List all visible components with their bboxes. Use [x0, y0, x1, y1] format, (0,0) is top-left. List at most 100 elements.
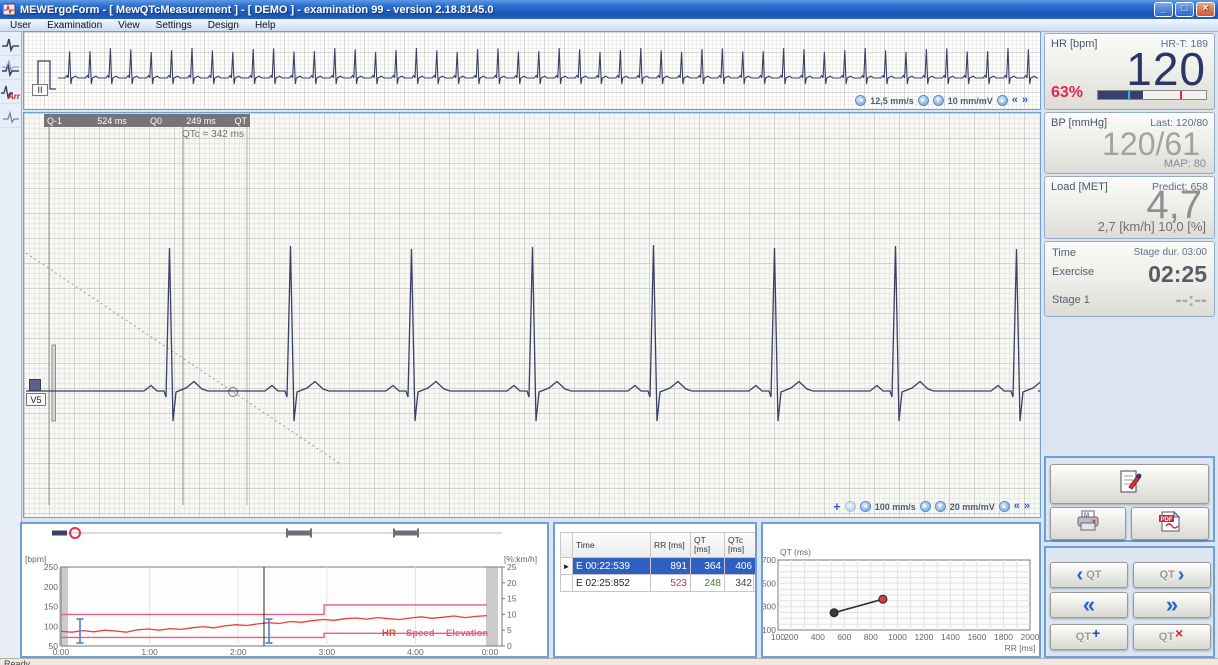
svg-text:800: 800: [864, 632, 878, 642]
stage-duration: Stage dur. 03:00: [1134, 247, 1207, 258]
svg-text:300: 300: [763, 602, 776, 612]
add-marker-icon[interactable]: +: [833, 500, 841, 513]
qt-table-row[interactable]: ►E 00:22:539891364406: [560, 558, 754, 575]
bp-value: 120/61: [1102, 128, 1200, 160]
speed-increase-button[interactable]: ►: [918, 95, 929, 106]
speed-decrease-button[interactable]: ◄: [860, 501, 871, 512]
minimize-button[interactable]: _: [1154, 2, 1173, 17]
qt-nav-panel: ‹QT QT› « » QT+ QT×: [1044, 546, 1215, 658]
stage-time: --:--: [1175, 290, 1207, 312]
window-title: MEWErgoForm - [ MewQTcMeasurement ] - [ …: [20, 4, 494, 16]
pan-tool-icon[interactable]: ▼: [845, 501, 856, 512]
bp-map: MAP: 80: [1164, 158, 1206, 170]
qt-text: QT: [1086, 569, 1101, 581]
svg-text:QT (ms): QT (ms): [780, 547, 811, 557]
main-gain-label: 20 mm/mV: [950, 502, 995, 512]
hr-progress-bar: [1097, 90, 1207, 100]
svg-text:200: 200: [44, 582, 58, 592]
svg-text:0:00: 0:00: [482, 647, 499, 656]
qtc-value-label: QTc = 342 ms: [182, 129, 244, 140]
svg-text:Speed: Speed: [406, 628, 435, 639]
menu-item-user[interactable]: User: [2, 20, 39, 31]
trend-panel: 250200150100502520151050[bpm][%;km/h]0:0…: [20, 522, 549, 658]
svg-text:[%;km/h]: [%;km/h]: [504, 554, 537, 564]
beat-template-icon[interactable]: [0, 32, 21, 56]
trend-chart[interactable]: 250200150100502520151050[bpm][%;km/h]0:0…: [22, 524, 547, 656]
edit-report-button[interactable]: [1050, 464, 1209, 504]
page-left-icon[interactable]: «: [1014, 501, 1020, 512]
qt-rr-panel: 1003005007001002004006008001000120014001…: [761, 522, 1041, 658]
svg-text:700: 700: [763, 555, 776, 565]
gain-decrease-button[interactable]: ▼: [933, 95, 944, 106]
next-qt-button[interactable]: QT›: [1133, 562, 1211, 588]
title-bar: MEWErgoForm - [ MewQTcMeasurement ] - [ …: [0, 0, 1218, 19]
scroll-right-icon[interactable]: »: [1022, 95, 1028, 106]
prev-qt-button[interactable]: ‹QT: [1050, 562, 1128, 588]
rhythm-speed-label: 12,5 mm/s: [870, 96, 914, 106]
q1-label: Q-1: [44, 116, 74, 126]
rhythm-gain-label: 10 mm/mV: [948, 96, 993, 106]
page-right-icon[interactable]: »: [1024, 501, 1030, 512]
svg-text:1200: 1200: [914, 632, 933, 642]
qt-rr-chart: 1003005007001002004006008001000120014001…: [763, 524, 1039, 656]
fast-next-button[interactable]: »: [1133, 592, 1211, 618]
svg-text:1600: 1600: [967, 632, 986, 642]
print-button[interactable]: M: [1050, 507, 1126, 540]
svg-text:15: 15: [507, 594, 517, 604]
beat-compare-icon[interactable]: [0, 56, 21, 80]
main-ecg-controls: + ▼ ◄ 100 mm/s ► ▼ 20 mm/mV ▲ « »: [833, 500, 1030, 513]
gain-increase-button[interactable]: ▲: [999, 501, 1010, 512]
chevron-right-icon: ›: [1178, 565, 1185, 585]
svg-text:400: 400: [811, 632, 825, 642]
arrhythmia-icon[interactable]: Arr: [0, 80, 21, 104]
qt-table[interactable]: TimeRR [ms]QT [ms]QTc [ms]►E 00:22:53989…: [560, 532, 754, 592]
menu-item-examination[interactable]: Examination: [39, 20, 110, 31]
add-qt-button[interactable]: QT+: [1050, 624, 1128, 650]
svg-text:4:00: 4:00: [407, 647, 424, 656]
svg-text:PDF: PDF: [1161, 517, 1173, 523]
qt-text: QT: [1160, 569, 1175, 581]
menu-item-settings[interactable]: Settings: [148, 20, 200, 31]
export-pdf-button[interactable]: PDF: [1131, 507, 1209, 540]
fast-prev-button[interactable]: «: [1050, 592, 1128, 618]
pdf-icon: PDF: [1158, 509, 1182, 538]
close-button[interactable]: ×: [1196, 2, 1215, 17]
tool-icon[interactable]: [0, 104, 21, 128]
q1-value: 524 ms: [74, 116, 150, 126]
svg-text:2:00: 2:00: [230, 647, 247, 656]
menu-item-help[interactable]: Help: [247, 20, 284, 31]
hr-value: 120: [1126, 46, 1206, 92]
svg-text:1000: 1000: [888, 632, 907, 642]
load-panel: Load [MET] Predict: 658 4,7 2,7 [km/h] 1…: [1044, 176, 1215, 239]
delete-qt-button[interactable]: QT×: [1133, 624, 1211, 650]
svg-text:1400: 1400: [941, 632, 960, 642]
gain-decrease-button[interactable]: ▼: [935, 501, 946, 512]
app-icon: [3, 3, 16, 16]
qt-table-row[interactable]: E 02:25:852523248342: [560, 575, 754, 592]
svg-text:100: 100: [771, 632, 785, 642]
report-button-panel: M PDF: [1044, 456, 1215, 542]
svg-text:HR: HR: [382, 628, 396, 639]
qt-measure-header: Q-1 524 ms Q0 249 ms QT: [44, 114, 250, 127]
table-header-row: TimeRR [ms]QT [ms]QTc [ms]: [560, 532, 754, 558]
restore-button[interactable]: □: [1175, 2, 1194, 17]
status-bar: Ready: [0, 658, 1218, 665]
stage-label: Stage 1: [1052, 294, 1090, 306]
svg-text:3:00: 3:00: [319, 647, 336, 656]
main-ecg-trace: [24, 113, 1040, 517]
scroll-left-icon[interactable]: «: [1012, 95, 1018, 106]
svg-text:100: 100: [44, 621, 58, 631]
hr-title: HR [bpm]: [1051, 38, 1097, 50]
speed-increase-button[interactable]: ►: [920, 501, 931, 512]
qt-label: QT: [226, 116, 250, 126]
exercise-time: 02:25: [1148, 261, 1207, 288]
svg-text:10: 10: [507, 609, 517, 619]
svg-text:600: 600: [837, 632, 851, 642]
svg-text:0: 0: [507, 641, 512, 651]
menu-item-design[interactable]: Design: [200, 20, 247, 31]
speed-decrease-button[interactable]: ◄: [855, 95, 866, 106]
svg-text:5: 5: [507, 625, 512, 635]
gain-increase-button[interactable]: ▲: [997, 95, 1008, 106]
svg-text:500: 500: [763, 578, 776, 588]
menu-item-view[interactable]: View: [110, 20, 148, 31]
